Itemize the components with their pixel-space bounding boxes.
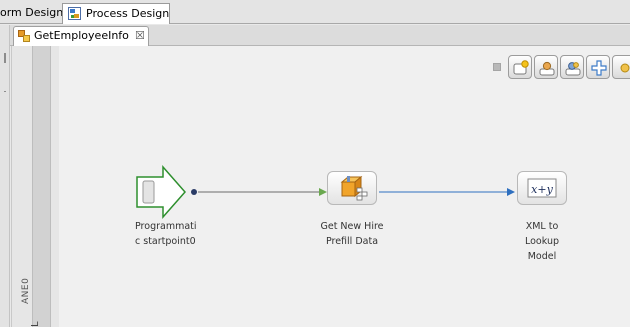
panel-divider — [4, 91, 6, 92]
tab-process-design-label: Process Design — [86, 7, 170, 20]
step2-label: XML to Lookup Model — [497, 219, 587, 264]
service-package-icon — [340, 175, 368, 201]
get-new-hire-prefill-node[interactable] — [327, 171, 377, 205]
programmatic-startpoint-node[interactable] — [136, 165, 197, 219]
tab-form-design-label: orm Design — [0, 6, 64, 19]
close-tab-icon[interactable]: ☒ — [135, 27, 145, 45]
process-canvas[interactable]: ANE0 L x+y Programmati c startpoint0 Get… — [11, 46, 630, 327]
step1-label-line1: Get New Hire — [320, 221, 384, 232]
connector-arrowhead-blue — [507, 188, 515, 196]
startpoint-label-line1: Programmati — [135, 221, 197, 232]
startpoint-label: Programmati c startpoint0 — [135, 219, 225, 249]
formula-text: x+y — [531, 183, 553, 196]
tab-getemployeeinfo[interactable]: GetEmployeeInfo ☒ — [13, 26, 149, 46]
step2-label-line1: XML to — [525, 221, 559, 232]
step2-label-line2: Lookup — [524, 236, 559, 247]
panel-grip — [4, 53, 6, 63]
xml-to-lookup-model-node[interactable]: x+y — [517, 171, 567, 205]
process-file-icon — [18, 30, 30, 42]
step1-label: Get New Hire Prefill Data — [307, 219, 397, 249]
step1-label-line2: Prefill Data — [325, 236, 379, 247]
formula-icon: x+y — [527, 178, 557, 198]
left-collapsed-panel — [0, 25, 10, 327]
tab-getemployeeinfo-label: GetEmployeeInfo — [34, 29, 129, 42]
editor-tab-bar: GetEmployeeInfo ☒ — [10, 25, 630, 46]
process-design-icon — [68, 7, 81, 20]
connector-arrowhead-green — [319, 188, 327, 196]
tab-form-design[interactable]: orm Design — [0, 3, 65, 24]
startpoint-label-line2: c startpoint0 — [135, 236, 196, 247]
step2-label-line3: Model — [527, 251, 557, 262]
outer-tab-bar: orm Design Process Design — [0, 0, 630, 24]
tab-process-design[interactable]: Process Design — [62, 3, 170, 24]
